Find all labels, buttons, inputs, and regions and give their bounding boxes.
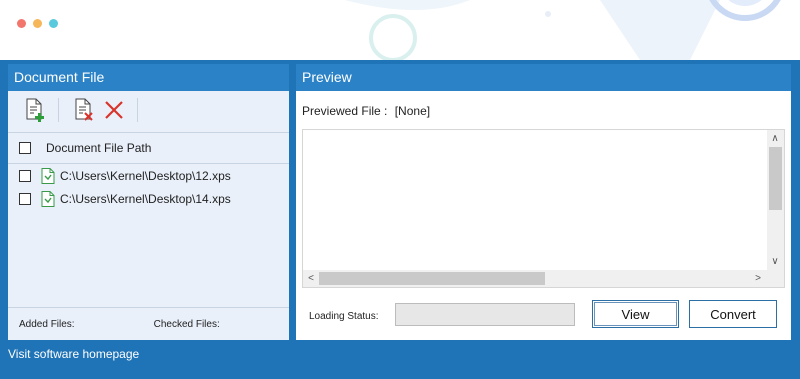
scroll-down-arrow-icon[interactable]: ∨ <box>767 253 783 270</box>
remove-file-button[interactable] <box>71 97 97 123</box>
main-frame: Document File Document File Path C:\User… <box>0 60 800 379</box>
preview-area[interactable]: ∧ ∨ < > <box>302 129 785 288</box>
title-bar <box>0 0 800 60</box>
file-row-checkbox[interactable] <box>19 169 31 182</box>
remove-all-icon <box>105 100 123 119</box>
add-file-icon <box>26 98 44 122</box>
toolbar-separator <box>137 97 138 122</box>
loading-status-bar <box>395 303 575 326</box>
previewed-file-value: [None] <box>394 104 431 118</box>
file-stats-bar: Added Files: Checked Files: <box>8 307 289 340</box>
file-row[interactable]: C:\Users\Kernel\Desktop\14.xps <box>8 187 289 210</box>
previewed-file-label: Previewed File : <box>302 104 388 118</box>
toolbar-separator <box>58 97 59 122</box>
xps-file-icon <box>41 167 55 184</box>
loading-status-label: Loading Status: <box>309 311 379 322</box>
maximize-window-dot[interactable] <box>49 19 58 28</box>
file-path-text: C:\Users\Kernel\Desktop\14.xps <box>60 191 231 206</box>
xps-file-icon <box>41 190 55 207</box>
select-all-checkbox[interactable] <box>19 142 31 154</box>
column-header-file-path: Document File Path <box>46 141 152 155</box>
scroll-right-arrow-icon[interactable]: > <box>750 270 766 287</box>
decorative-background-shapes <box>345 0 781 60</box>
added-files-label: Added Files: <box>19 318 75 330</box>
horizontal-scrollbar[interactable]: < > <box>303 270 784 287</box>
minimize-window-dot[interactable] <box>33 19 42 28</box>
preview-panel: Preview Previewed File : [None] ∧ ∨ < > … <box>296 64 791 340</box>
view-button[interactable]: View <box>592 300 679 328</box>
visit-homepage-link[interactable]: Visit software homepage <box>8 344 139 364</box>
checked-files-label: Checked Files: <box>153 318 220 330</box>
add-file-button[interactable] <box>22 97 48 123</box>
remove-file-icon <box>75 98 93 121</box>
file-list-header: Document File Path <box>8 133 289 164</box>
document-toolbar <box>8 91 289 128</box>
scroll-up-arrow-icon[interactable]: ∧ <box>767 130 783 147</box>
remove-all-button[interactable] <box>101 97 127 123</box>
file-row-checkbox[interactable] <box>19 192 31 205</box>
document-file-panel: Document File Document File Path C:\User… <box>8 64 289 340</box>
scroll-left-arrow-icon[interactable]: < <box>303 270 319 287</box>
vertical-scrollbar[interactable]: ∧ ∨ <box>767 130 784 270</box>
preview-header: Preview <box>296 64 791 91</box>
previewed-file-row: Previewed File : [None] <box>302 104 430 118</box>
file-path-text: C:\Users\Kernel\Desktop\12.xps <box>60 168 231 183</box>
file-list: Document File Path C:\Users\Kernel\Deskt… <box>8 132 289 306</box>
horizontal-scroll-thumb[interactable] <box>319 272 545 285</box>
file-row[interactable]: C:\Users\Kernel\Desktop\12.xps <box>8 164 289 187</box>
document-file-header: Document File <box>8 64 289 91</box>
vertical-scroll-thumb[interactable] <box>769 147 782 210</box>
close-window-dot[interactable] <box>17 19 26 28</box>
convert-button[interactable]: Convert <box>689 300 777 328</box>
